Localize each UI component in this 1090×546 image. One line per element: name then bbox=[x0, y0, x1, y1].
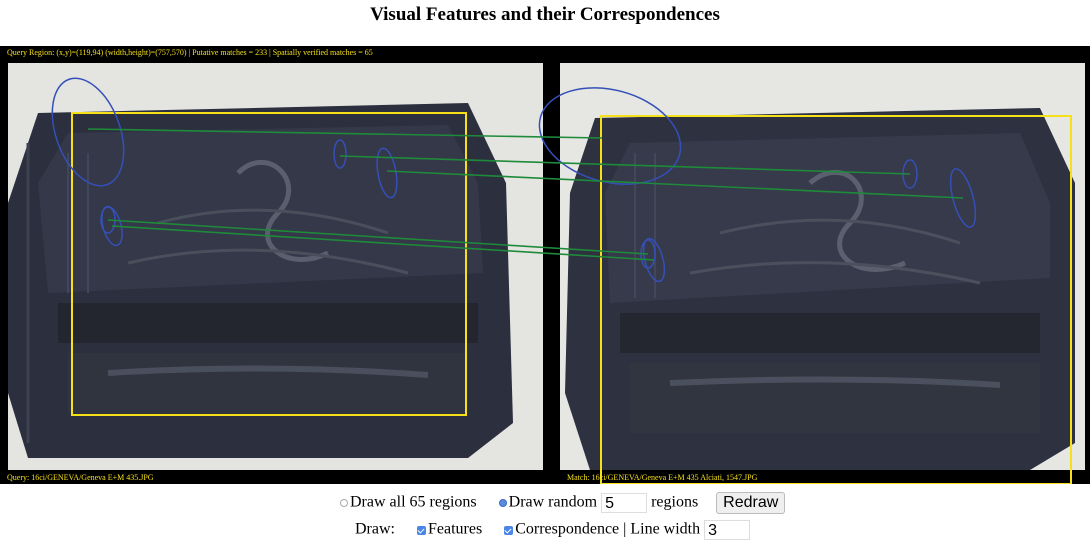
query-image bbox=[8, 63, 543, 470]
page-title: Visual Features and their Correspondence… bbox=[370, 4, 720, 25]
region-controls-row: Draw all 65 regions Draw random 5 region… bbox=[340, 492, 786, 514]
line-width-label: | Line width bbox=[623, 520, 701, 538]
draw-random-label: Draw random bbox=[508, 493, 598, 511]
draw-all-radio[interactable] bbox=[340, 499, 348, 507]
redraw-button[interactable]: Redraw bbox=[716, 492, 786, 514]
random-count-input[interactable]: 5 bbox=[601, 493, 648, 513]
line-width-input[interactable]: 3 bbox=[704, 520, 751, 540]
draw-random-radio[interactable] bbox=[498, 499, 507, 507]
match-image bbox=[560, 63, 1085, 470]
draw-options-row: Draw: Features Correspondence | Line wid… bbox=[355, 520, 751, 540]
features-checkbox[interactable] bbox=[416, 525, 426, 535]
match-viewer: Query Region: (x,y)=(119,94) (width,heig… bbox=[0, 46, 1090, 484]
correspondence-label: Correspondence bbox=[515, 520, 620, 538]
match-filename: Match: 16ci/GENEVA/Geneva E+M 435 Alciat… bbox=[567, 473, 758, 482]
features-label: Features bbox=[427, 520, 483, 538]
draw-all-label: Draw all 65 regions bbox=[350, 493, 477, 511]
correspondence-checkbox[interactable] bbox=[504, 525, 514, 535]
query-filename: Query: 16ci/GENEVA/Geneva E+M 435.JPG bbox=[7, 473, 154, 482]
regions-label: regions bbox=[651, 493, 699, 511]
draw-label: Draw: bbox=[355, 520, 395, 538]
query-region-info: Query Region: (x,y)=(119,94) (width,heig… bbox=[7, 48, 373, 57]
